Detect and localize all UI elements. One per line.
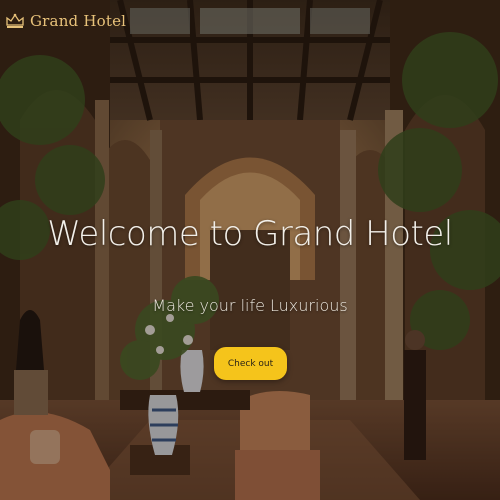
brand-logo[interactable]: Grand Hotel (4, 8, 126, 34)
brand-name: Grand Hotel (30, 12, 127, 30)
navbar: Grand Hotel (0, 0, 500, 40)
hero-title: Welcome to Grand Hotel (47, 214, 453, 254)
check-out-button[interactable]: Check out (214, 347, 287, 380)
hero-subtitle: Make your life Luxurious (152, 296, 348, 315)
crown-hotel-icon (4, 10, 26, 32)
